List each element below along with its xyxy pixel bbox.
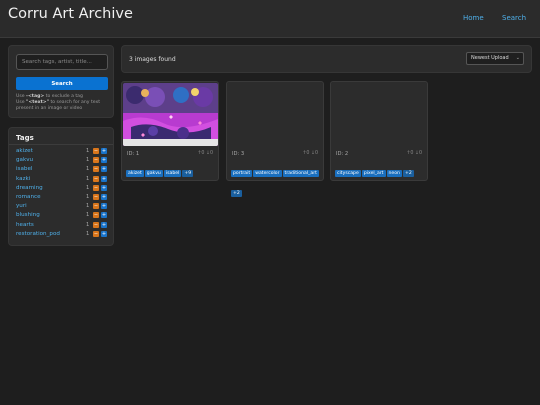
tag-row: gakvu 1 − + <box>16 157 108 165</box>
exclude-tag-button[interactable]: − <box>93 148 99 154</box>
artwork-thumbnail-icon <box>123 83 218 146</box>
tag-badges: cityscape pixel_art neon +2 <box>335 159 425 179</box>
include-tag-button[interactable]: + <box>101 194 107 200</box>
exclude-tag-button[interactable]: − <box>93 194 99 200</box>
tag-link[interactable]: dreaming <box>16 185 43 191</box>
tag-row: isabel 1 − + <box>16 166 108 174</box>
tag-count: 1 <box>86 166 90 173</box>
tag-count: 1 <box>86 184 90 191</box>
tag-link[interactable]: romance <box>16 194 41 200</box>
tag-row: akizet 1 − + <box>16 148 108 156</box>
more-tags-badge[interactable]: +2 <box>231 190 242 197</box>
tag-link[interactable]: akizet <box>16 148 33 154</box>
tag-count: 1 <box>86 157 90 164</box>
tag-badge[interactable]: traditional_art <box>282 170 319 177</box>
exclude-tag-button[interactable]: − <box>93 175 99 182</box>
include-tag-button[interactable]: + <box>101 221 107 228</box>
image-thumbnail[interactable] <box>228 83 323 146</box>
chevron-down-icon: ⌄ <box>515 55 520 61</box>
exclude-tag-button[interactable]: − <box>93 184 99 191</box>
tag-row: blushing 1 − + <box>16 212 108 220</box>
tag-link[interactable]: yuri <box>16 203 27 209</box>
tag-badge[interactable]: pixel_art <box>361 170 386 177</box>
tag-row: hearts 1 − + <box>16 221 108 230</box>
tag-count: 1 <box>86 175 90 182</box>
include-tag-button[interactable]: + <box>101 184 107 191</box>
include-tag-button[interactable]: + <box>101 148 107 154</box>
sort-selected-value: Newest Upload <box>471 55 509 61</box>
tag-link[interactable]: blushing <box>16 212 40 218</box>
image-id: ID: 2 <box>336 151 349 157</box>
tag-link[interactable]: gakvu <box>16 157 33 163</box>
tag-count: 1 <box>86 212 90 219</box>
tag-row: kazki 1 − + <box>16 175 108 184</box>
image-card[interactable]: ID: 1 ↑0 ↓0 akizet gakvu isabel +9 <box>121 81 219 181</box>
exclude-tag-button[interactable]: − <box>93 166 99 173</box>
results-toolbar: 3 images found Newest Upload ⌄ <box>121 45 532 73</box>
image-id: ID: 3 <box>232 151 245 157</box>
sort-select[interactable]: Newest Upload ⌄ <box>466 52 524 65</box>
tags-heading: Tags <box>16 134 34 142</box>
tag-badge[interactable]: akizet <box>126 170 144 177</box>
include-tag-button[interactable]: + <box>101 212 107 219</box>
tag-count: 1 <box>86 194 90 200</box>
include-tag-button[interactable]: + <box>101 203 107 210</box>
tag-badge[interactable]: isabel <box>163 170 182 177</box>
tag-count: 1 <box>86 148 90 154</box>
image-id: ID: 1 <box>127 151 140 157</box>
divider <box>9 144 113 145</box>
include-tag-button[interactable]: + <box>101 230 107 237</box>
include-tag-button[interactable]: + <box>101 157 107 164</box>
results-count: 3 images found <box>129 56 176 63</box>
search-help-text: Use -<tag> to exclude a tag Use "<text>"… <box>16 94 101 111</box>
exclude-tag-button[interactable]: − <box>93 212 99 219</box>
tag-count: 1 <box>86 230 90 237</box>
nav-search-link[interactable]: Search <box>502 14 526 22</box>
tag-badge[interactable]: gakvu <box>144 170 163 177</box>
vote-stats: ↑0 ↓0 <box>302 151 318 156</box>
tag-link[interactable]: restoration_pod <box>16 231 60 237</box>
search-panel: Search Use -<tag> to exclude a tag Use "… <box>8 45 114 118</box>
tag-badge[interactable]: cityscape <box>335 170 361 177</box>
tag-count: 1 <box>86 203 90 210</box>
tag-row: dreaming 1 − + <box>16 184 108 193</box>
tag-link[interactable]: hearts <box>16 222 34 228</box>
exclude-tag-button[interactable]: − <box>93 221 99 228</box>
image-card[interactable]: ID: 3 ↑0 ↓0 portrait watercolor traditiona… <box>226 81 324 197</box>
more-tags-badge[interactable]: +2 <box>402 170 414 177</box>
tag-badge[interactable]: portrait <box>231 170 253 177</box>
exclude-tag-button[interactable]: − <box>93 230 99 237</box>
tags-panel: Tags akizet 1 − + gakvu 1 − + isabel 1 −… <box>8 127 114 246</box>
tag-badge[interactable]: neon <box>386 170 402 177</box>
tag-badge[interactable]: watercolor <box>253 170 282 177</box>
tag-row: romance 1 − + <box>16 194 108 202</box>
site-header: Corru Art Archive Home Search <box>0 0 540 38</box>
image-thumbnail[interactable] <box>123 83 218 146</box>
tag-link[interactable]: kazki <box>16 176 30 182</box>
include-tag-button[interactable]: + <box>101 175 107 182</box>
tag-row: yuri 1 − + <box>16 203 108 211</box>
search-button[interactable]: Search <box>16 77 108 90</box>
image-thumbnail[interactable] <box>332 83 427 146</box>
exclude-tag-button[interactable]: − <box>93 157 99 164</box>
tag-count: 1 <box>86 221 90 228</box>
nav-home-link[interactable]: Home <box>463 14 484 22</box>
tag-badges: akizet gakvu isabel +9 <box>126 159 216 179</box>
more-tags-badge[interactable]: +9 <box>182 170 194 177</box>
vote-stats: ↑0 ↓0 <box>197 151 213 156</box>
exclude-tag-button[interactable]: − <box>93 203 99 210</box>
site-title[interactable]: Corru Art Archive <box>8 6 133 22</box>
tag-badges: portrait watercolor traditional_art +2 <box>231 159 321 199</box>
tag-link[interactable]: isabel <box>16 166 32 172</box>
image-card[interactable]: ID: 2 ↑0 ↓0 cityscape pixel_art neon +2 <box>330 81 428 181</box>
vote-stats: ↑0 ↓0 <box>406 151 422 156</box>
search-input[interactable] <box>16 54 108 70</box>
tag-row: restoration_pod 1 − + <box>16 230 108 239</box>
include-tag-button[interactable]: + <box>101 166 107 173</box>
